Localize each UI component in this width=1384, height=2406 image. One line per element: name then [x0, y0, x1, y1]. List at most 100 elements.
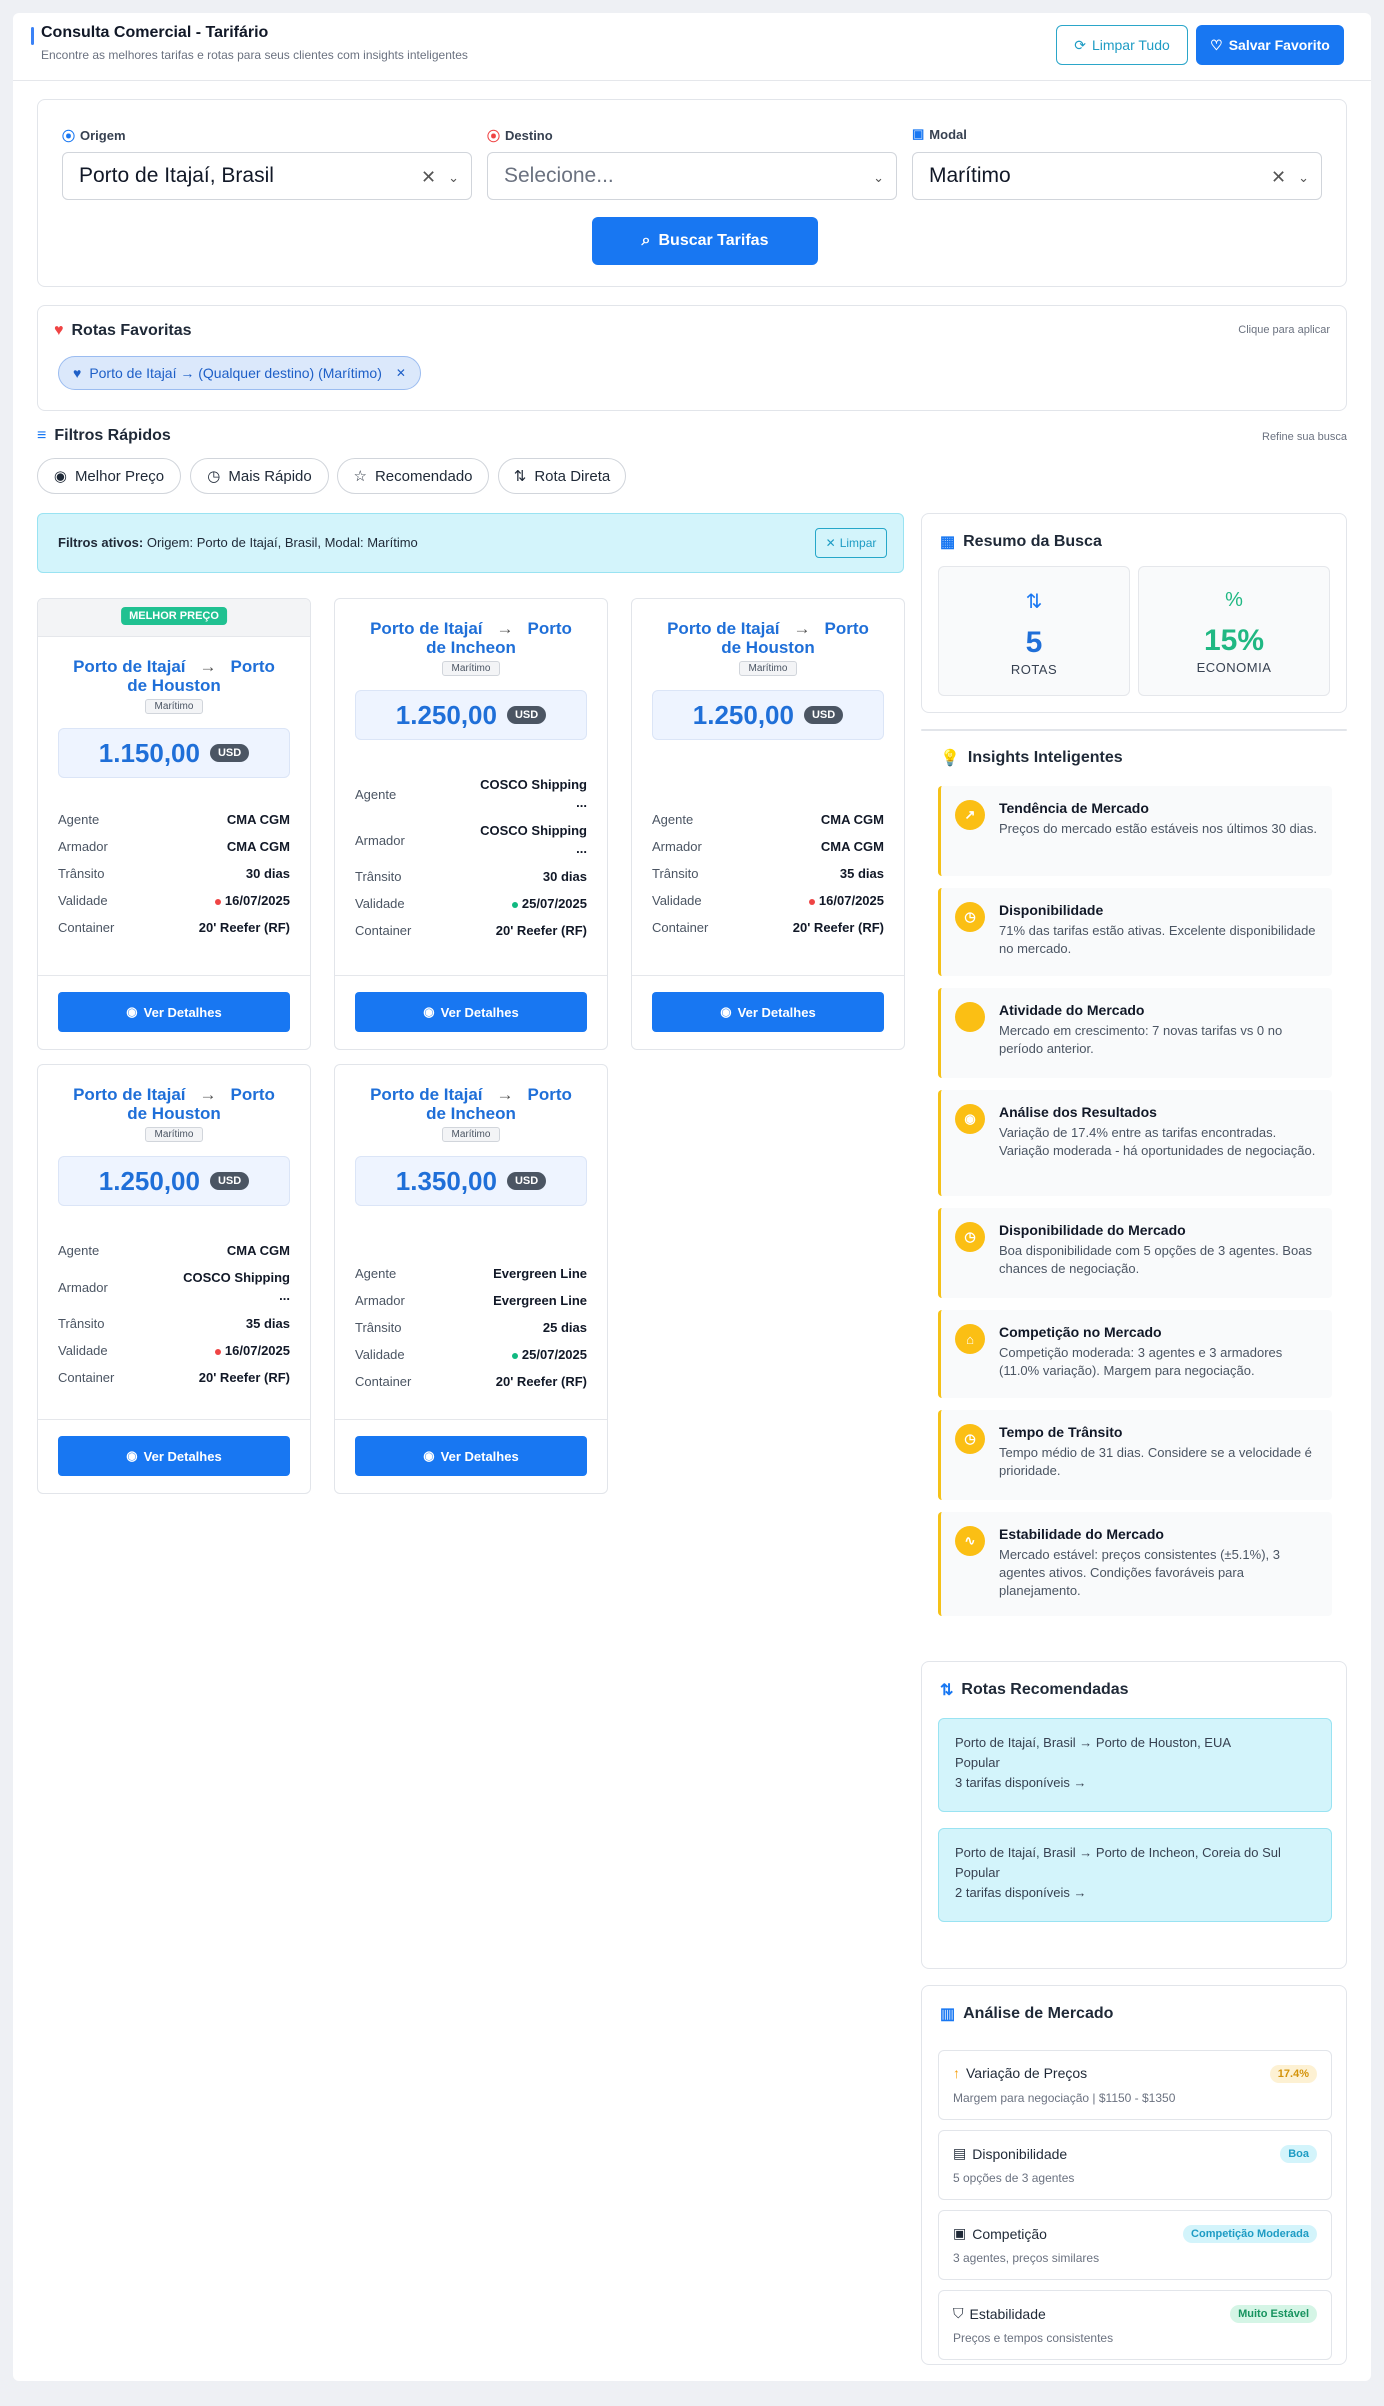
- clear-icon[interactable]: ✕: [421, 167, 436, 188]
- pin-icon: ⦿: [62, 129, 76, 144]
- agent-value: Evergreen Line: [493, 1266, 587, 1281]
- insights-panel: 💡 Insights Inteligentes ↗ Tendência de Mer…: [921, 729, 1347, 1616]
- favorites-panel: ♥ Rotas Favoritas Clique para aplicar ♥ P…: [37, 305, 1347, 411]
- insight-item: ↗ Tendência de Mercado Preços do mercado e…: [938, 786, 1332, 876]
- remove-icon[interactable]: ✕: [396, 366, 406, 380]
- clear-icon[interactable]: ✕: [1271, 167, 1286, 188]
- status-badge: 17.4%: [1269, 2065, 1317, 2083]
- recommended-route-item[interactable]: Porto de Itajaí, Brasil → Porto de Inche…: [938, 1828, 1332, 1922]
- destination-label: ⦿ Destino: [487, 128, 553, 144]
- routes-stat: ⇅ 5 ROTAS: [938, 566, 1130, 696]
- heart-icon: ♡: [1210, 36, 1223, 53]
- chevron-down-icon[interactable]: ⌄: [873, 170, 884, 186]
- routes-label: ROTAS: [1010, 662, 1058, 677]
- percent-icon: %: [1225, 589, 1243, 611]
- routes-count: 5: [1025, 626, 1043, 659]
- transit-value: 25 dias: [542, 1320, 587, 1335]
- modal-tag: Marítimo: [442, 661, 500, 676]
- eye-icon: ◉: [423, 1448, 435, 1463]
- tariff-route[interactable]: Porto de Itajaí → Porto de Houston: [38, 1085, 310, 1123]
- filter-recommended[interactable]: ☆ Recomendado: [337, 458, 489, 494]
- insights-title: 💡 Insights Inteligentes: [940, 749, 1123, 767]
- activity-icon: [955, 1002, 985, 1032]
- summary-title: ▦ Resumo da Busca: [940, 533, 1102, 551]
- view-details-button[interactable]: ◉ Ver Detalhes: [355, 1436, 587, 1476]
- tariff-route[interactable]: Porto de Itajaí → Porto de Houston: [38, 657, 310, 695]
- clear-all-button[interactable]: ⟳ Limpar Tudo: [1056, 25, 1188, 65]
- filter-fastest[interactable]: ◷ Mais Rápido: [190, 458, 329, 494]
- heart-icon: ♥: [73, 365, 82, 381]
- arrow-up-icon: ↑: [953, 2065, 960, 2081]
- favorites-hint: Clique para aplicar: [1238, 324, 1330, 336]
- modal-select[interactable]: Marítimo ✕ ⌄: [912, 152, 1322, 200]
- app-window: Consulta Comercial - Tarifário Encontre …: [13, 13, 1371, 2381]
- view-details-button[interactable]: ◉ Ver Detalhes: [58, 1436, 290, 1476]
- quick-filters-title: ≡ Filtros Rápidos: [37, 427, 171, 444]
- arrow-right-icon: →: [793, 619, 811, 638]
- eye-icon: ◉: [423, 1004, 435, 1019]
- validity-value: 25/07/2025: [521, 896, 587, 911]
- tariff-details: Agente CMA CGM Armador CMA CGM Trânsito 30 …: [58, 812, 290, 935]
- validity-value: 16/07/2025: [818, 893, 884, 908]
- chevron-down-icon[interactable]: ⌄: [448, 170, 459, 188]
- currency-badge: USD: [506, 1172, 547, 1190]
- clock-icon: ◷: [207, 468, 221, 485]
- recommended-route-item[interactable]: Porto de Itajaí, Brasil → Porto de Houst…: [938, 1718, 1332, 1812]
- agent-value: COSCO Shipping ...: [480, 777, 587, 810]
- market-item: ↑ Variação de Preços Margem para negociaç…: [938, 2050, 1332, 2120]
- filter-direct-route[interactable]: ⇅ Rota Direta: [498, 458, 626, 494]
- ship-icon: ▣: [912, 126, 925, 141]
- insight-item: Atividade do Mercado Mercado em crescimen…: [938, 988, 1332, 1078]
- carrier-value: CMA CGM: [226, 839, 290, 854]
- view-details-button[interactable]: ◉ Ver Detalhes: [652, 992, 884, 1032]
- validity-status-dot: [214, 898, 221, 905]
- container-value: 20' Reefer (RF): [198, 1370, 290, 1385]
- favorites-title: ♥ Rotas Favoritas: [54, 322, 192, 339]
- title-accent: [31, 27, 34, 45]
- agent-value: CMA CGM: [226, 1243, 290, 1258]
- refresh-icon: ⟳: [1074, 36, 1086, 53]
- chevron-down-icon[interactable]: ⌄: [1298, 170, 1309, 188]
- quick-filters-hint: Refine sua busca: [1262, 431, 1347, 443]
- tariff-card: Porto de Itajaí → Porto de Incheon Marítim…: [334, 598, 608, 1050]
- filter-best-price[interactable]: ◉ Melhor Preço: [37, 458, 181, 494]
- clear-filters-button[interactable]: ✕ Limpar: [815, 528, 887, 558]
- origin-select[interactable]: Porto de Itajaí, Brasil ✕ ⌄: [62, 152, 472, 200]
- market-item: ▤ Disponibilidade 5 opções de 3 agentes B…: [938, 2130, 1332, 2200]
- agent-value: CMA CGM: [820, 812, 884, 827]
- clock-icon: ◷: [955, 1222, 985, 1252]
- grid-icon: ▦: [940, 534, 956, 551]
- savings-value: 15%: [1203, 624, 1265, 657]
- save-favorite-label: Salvar Favorito: [1228, 37, 1330, 53]
- clear-all-label: Limpar Tudo: [1091, 37, 1170, 53]
- tariff-route[interactable]: Porto de Itajaí → Porto de Incheon: [335, 1085, 607, 1123]
- search-tariffs-button[interactable]: ⌕ Buscar Tarifas: [592, 217, 818, 265]
- recommended-title: ⇅ Rotas Recomendadas: [940, 1681, 1129, 1699]
- insight-item: ◉ Análise dos Resultados Variação de 17.4%…: [938, 1090, 1332, 1196]
- modal-label: ▣ Modal: [912, 126, 967, 142]
- page-header: Consulta Comercial - Tarifário Encontre …: [13, 13, 1371, 81]
- view-details-button[interactable]: ◉ Ver Detalhes: [58, 992, 290, 1032]
- destination-select[interactable]: Selecione... ⌄: [487, 152, 897, 200]
- tariff-route[interactable]: Porto de Itajaí → Porto de Incheon: [335, 619, 607, 657]
- container-value: 20' Reefer (RF): [198, 920, 290, 935]
- tariff-route[interactable]: Porto de Itajaí → Porto de Houston: [632, 619, 904, 657]
- eye-icon: ◉: [720, 1004, 732, 1019]
- bar-chart-icon: ▥: [940, 2006, 956, 2023]
- validity-status-dot: [214, 1348, 221, 1355]
- destination-placeholder: Selecione...: [504, 164, 614, 187]
- favorite-route-chip[interactable]: ♥ Porto de Itajaí → (Qualquer destino) (…: [58, 356, 421, 390]
- pin-icon: ⦿: [487, 129, 501, 144]
- chart-icon: ↗: [955, 800, 985, 830]
- validity-value: 25/07/2025: [521, 1347, 587, 1362]
- clock-icon: ◷: [955, 902, 985, 932]
- tariff-price: 1.350,00 USD: [355, 1156, 587, 1206]
- shield-icon: ⛉: [953, 2305, 964, 2321]
- clock-icon: ◷: [955, 1424, 985, 1454]
- save-favorite-button[interactable]: ♡ Salvar Favorito: [1196, 25, 1344, 65]
- view-details-button[interactable]: ◉ Ver Detalhes: [355, 992, 587, 1032]
- filter-icon: ≡: [37, 427, 47, 444]
- origin-value: Porto de Itajaí, Brasil: [79, 164, 274, 187]
- eye-icon: ◉: [126, 1004, 138, 1019]
- validity-value: 16/07/2025: [224, 893, 290, 908]
